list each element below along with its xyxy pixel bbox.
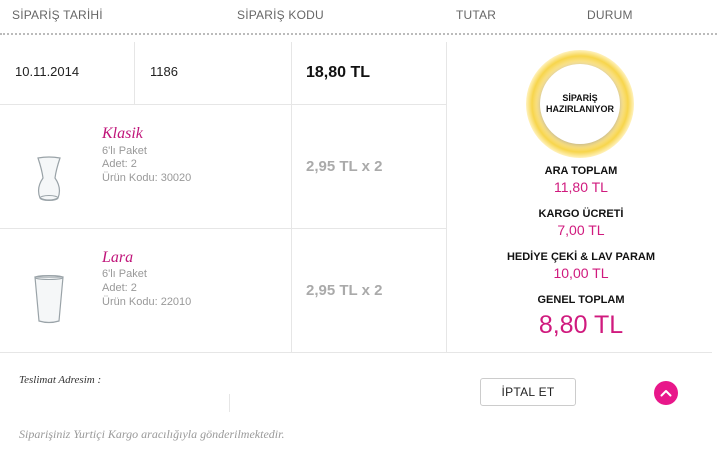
- order-code: 1186: [150, 64, 178, 79]
- shipping-note: Siparişiniz Yurtiçi Kargo aracılığıyla g…: [19, 427, 285, 441]
- product-name[interactable]: Klasik: [102, 125, 143, 143]
- shipping-label: KARGO ÜCRETİ: [538, 208, 624, 220]
- product-quantity: Adet: 2: [102, 282, 137, 294]
- header-amount: TUTAR: [456, 8, 497, 22]
- grand-total-value: 8,80 TL: [538, 311, 624, 339]
- grid-line: [0, 104, 446, 105]
- product-name[interactable]: Lara: [102, 249, 133, 267]
- product-pack: 6'lı Paket: [102, 268, 147, 280]
- header-divider: [0, 33, 717, 35]
- delivery-address-label: Teslimat Adresim :: [19, 374, 102, 386]
- cancel-order-button[interactable]: İPTAL ET: [480, 378, 576, 406]
- product-code: Ürün Kodu: 30020: [102, 172, 192, 184]
- status-badge: SİPARİŞ HAZIRLANIYOR: [540, 64, 620, 144]
- header-order-code: SİPARİŞ KODU: [237, 8, 324, 22]
- shipping-value: 7,00 TL: [557, 222, 605, 238]
- order-date: 10.11.2014: [15, 64, 80, 79]
- grid-line: [291, 42, 292, 352]
- grid-line: [229, 394, 230, 412]
- gift-value: 10,00 TL: [553, 265, 609, 281]
- grid-line: [0, 352, 712, 353]
- gift-label: HEDİYE ÇEKİ & LAV PARAM: [506, 251, 656, 263]
- water-glass-icon: [33, 275, 65, 330]
- order-total: 18,80 TL: [306, 64, 371, 81]
- header-order-date: SİPARİŞ TARİHİ: [12, 8, 103, 22]
- grid-line: [134, 42, 135, 104]
- status-text: SİPARİŞ HAZIRLANIYOR: [546, 93, 614, 114]
- product-price: 2,95 TL x 2: [306, 282, 383, 299]
- collapse-button[interactable]: [654, 381, 678, 405]
- subtotal-value: 11,80 TL: [554, 179, 608, 195]
- chevron-up-icon: [660, 390, 672, 397]
- product-price: 2,95 TL x 2: [306, 158, 383, 175]
- grid-line: [0, 228, 446, 229]
- product-quantity: Adet: 2: [102, 158, 137, 170]
- product-code: Ürün Kodu: 22010: [102, 296, 192, 308]
- subtotal-label: ARA TOPLAM: [544, 165, 618, 177]
- product-pack: 6'lı Paket: [102, 145, 147, 157]
- tea-glass-icon: [34, 156, 64, 207]
- grand-total-label: GENEL TOPLAM: [537, 294, 625, 306]
- header-status: DURUM: [587, 8, 633, 22]
